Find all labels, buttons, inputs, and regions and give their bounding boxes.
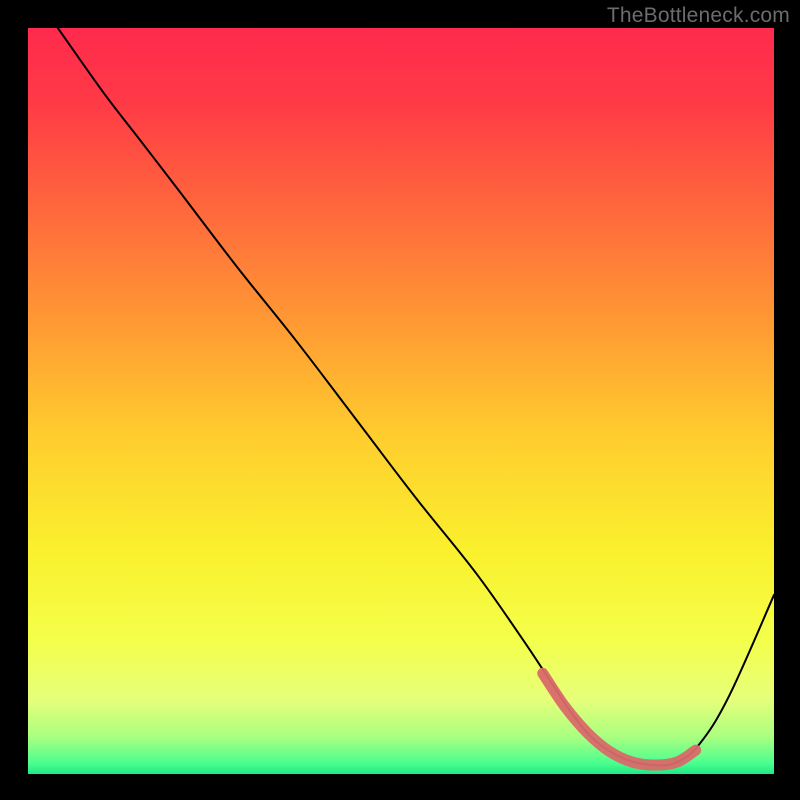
- bottleneck-chart: [28, 28, 774, 774]
- plot-area: [28, 28, 774, 774]
- watermark-text: TheBottleneck.com: [607, 4, 790, 28]
- chart-stage: TheBottleneck.com: [0, 0, 800, 800]
